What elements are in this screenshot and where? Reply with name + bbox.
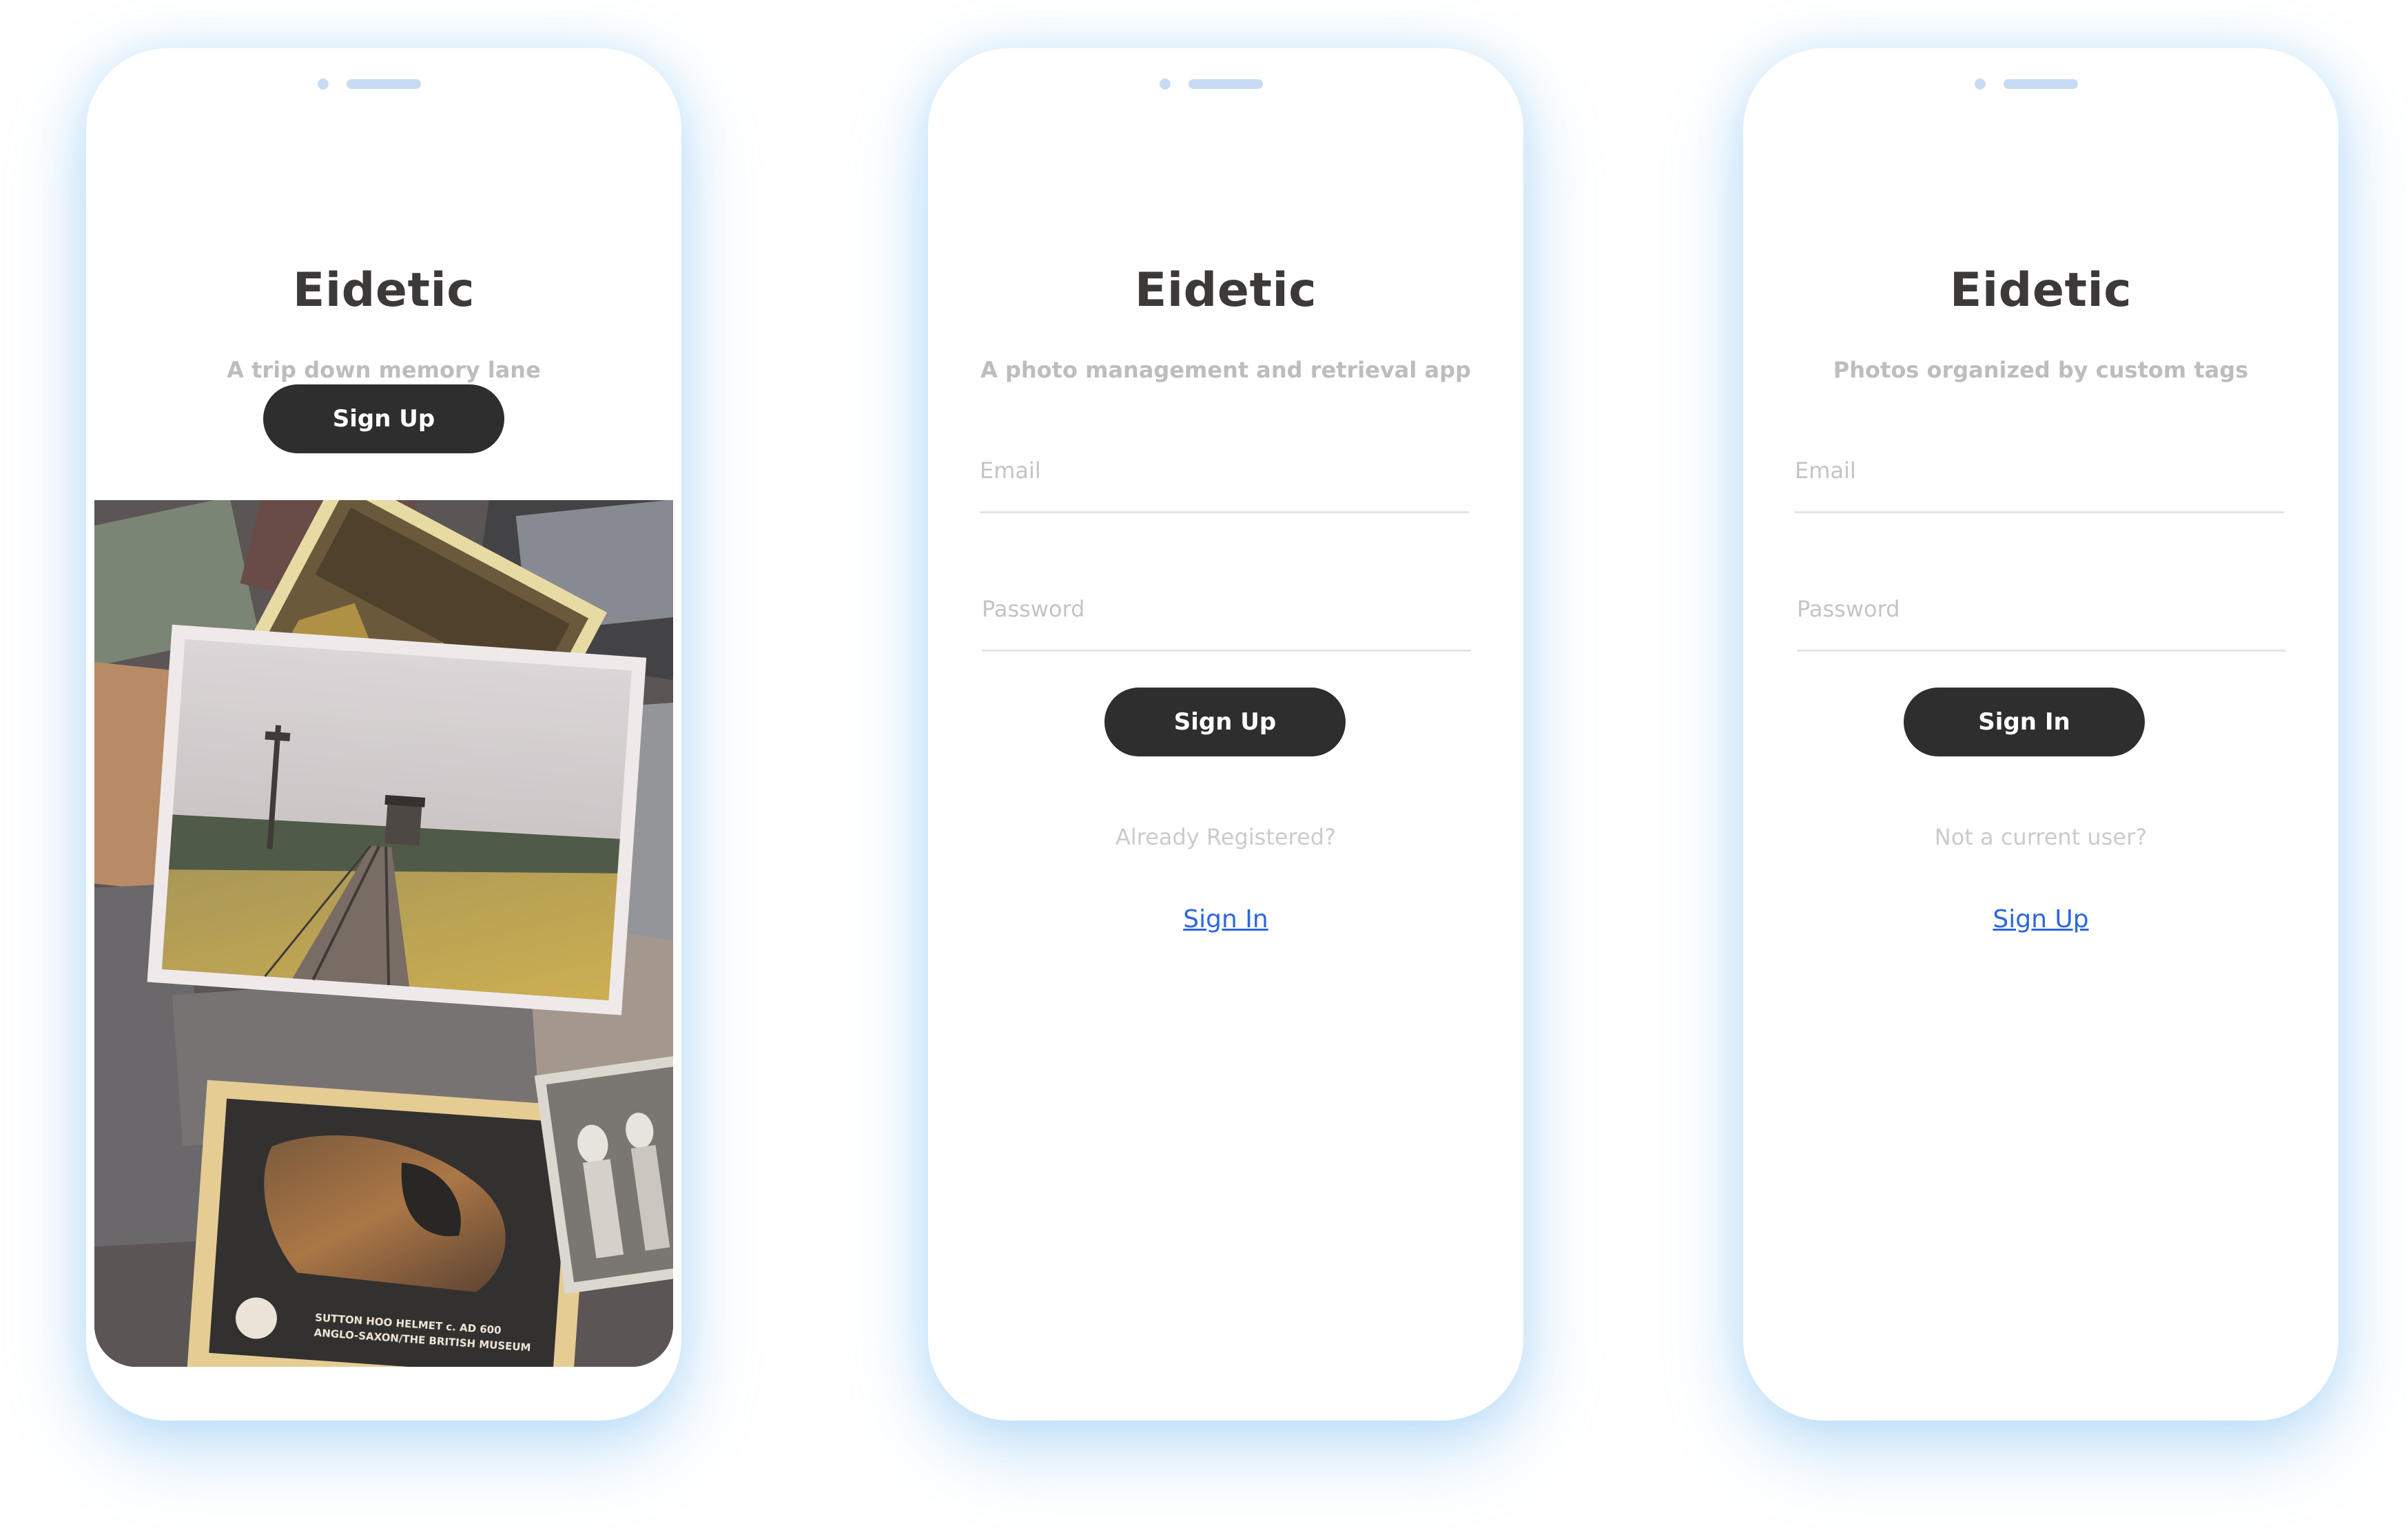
sign-up-link[interactable]: Sign Up (1743, 905, 2338, 933)
speaker-bar (1188, 79, 1263, 89)
camera-dot (1975, 79, 1986, 90)
app-title: Eidetic (1949, 263, 2132, 318)
camera-dot (318, 79, 329, 90)
email-field[interactable]: Email (980, 435, 1469, 513)
phone-screen-landing: Eidetic A trip down memory lane Sign Up (86, 48, 681, 1421)
sign-in-button[interactable]: Sign In (1904, 688, 2145, 756)
password-field[interactable]: Password (1797, 574, 2286, 652)
email-placeholder: Email (980, 457, 1041, 484)
tagline: A photo management and retrieval app (980, 357, 1471, 383)
email-placeholder: Email (1795, 457, 1856, 484)
already-registered-text: Already Registered? (1115, 824, 1336, 850)
sign-up-button[interactable]: Sign Up (263, 384, 504, 453)
speaker-bar (2004, 79, 2078, 89)
app-title: Eidetic (292, 263, 475, 318)
password-field[interactable]: Password (982, 574, 1471, 652)
password-placeholder: Password (982, 596, 1085, 622)
not-current-user-text: Not a current user? (1934, 824, 2148, 850)
sign-in-link[interactable]: Sign In (928, 905, 1523, 933)
password-placeholder: Password (1797, 596, 1900, 622)
email-field[interactable]: Email (1795, 435, 2284, 513)
tagline: A trip down memory lane (227, 357, 541, 383)
photo-collage-image: SUTTON HOO HELMET c. AD 600 ANGLO-SAXON/… (94, 500, 673, 1367)
sign-up-button[interactable]: Sign Up (1104, 688, 1346, 756)
speaker-bar (347, 79, 421, 89)
phone-screen-sign-up: Eidetic A photo management and retrieval… (928, 48, 1523, 1421)
phone-screen-sign-in: Eidetic Photos organized by custom tags … (1743, 48, 2338, 1421)
tagline: Photos organized by custom tags (1833, 357, 2249, 383)
app-title: Eidetic (1134, 263, 1317, 318)
camera-dot (1160, 79, 1171, 90)
